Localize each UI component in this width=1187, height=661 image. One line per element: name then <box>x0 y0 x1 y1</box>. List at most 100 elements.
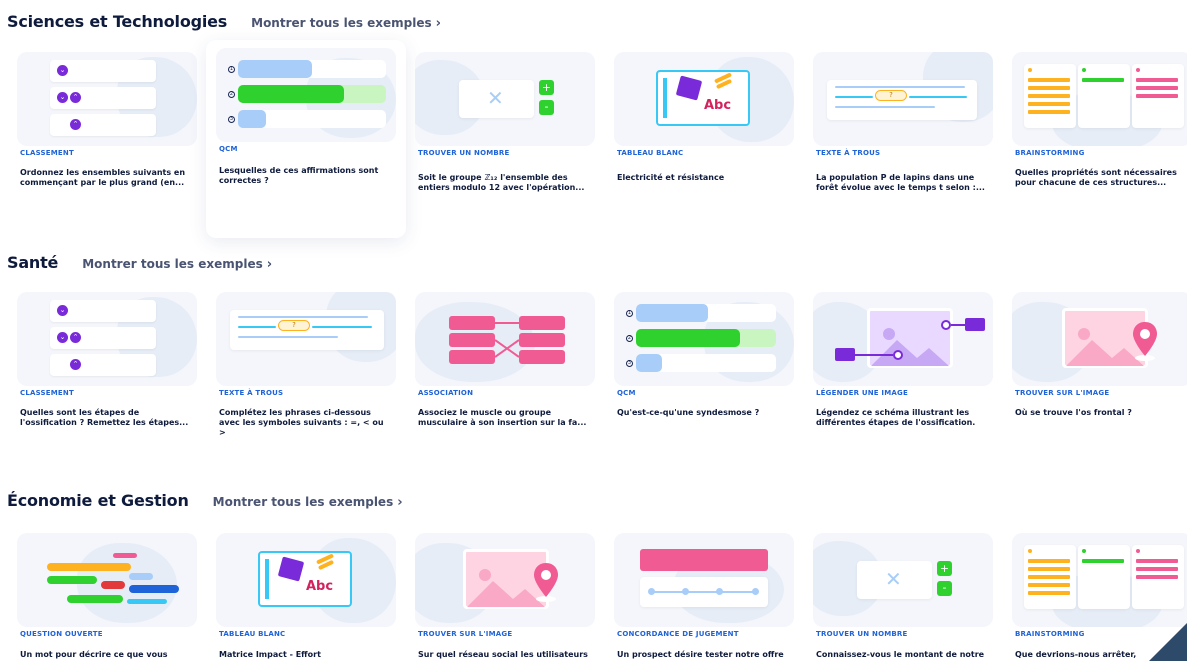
option-number-2: 2 <box>228 91 235 98</box>
example-card[interactable]: Abc TABLEAU BLANC Electricité et résista… <box>604 52 794 202</box>
card-title: Quelles propriétés sont nécessaires pour… <box>1015 168 1177 187</box>
card-type: TEXTE À TROUS <box>219 389 284 397</box>
card-thumbnail <box>17 533 197 627</box>
abc-text: Abc <box>306 579 334 594</box>
card-title: Un prospect désire tester notre offre <box>617 650 784 659</box>
example-card[interactable]: ASSOCIATION Associez le muscle ou groupe… <box>405 292 595 442</box>
option-number-1: 1 <box>626 310 633 317</box>
card-thumbnail: ⌄ ⌄ ⌃ ⌃ <box>17 52 197 146</box>
example-card[interactable]: Abc TABLEAU BLANC Matrice Impact - Effor… <box>206 533 396 661</box>
card-type: TABLEAU BLANC <box>617 149 684 157</box>
card-type: TROUVER SUR L'IMAGE <box>1015 389 1110 397</box>
label-tag <box>965 318 985 331</box>
chevron-up-icon: ⌃ <box>70 332 81 343</box>
chevron-right-icon: › <box>397 495 403 510</box>
label-tag <box>835 348 855 361</box>
card-type: QUESTION OUVERTE <box>20 630 103 638</box>
blank-placeholder: ? <box>278 320 310 331</box>
show-all-examples-link[interactable]: Montrer tous les exemples › <box>251 16 441 31</box>
x-icon: ✕ <box>885 567 902 591</box>
plus-icon: + <box>539 80 554 95</box>
example-card[interactable]: CONCORDANCE DE JUGEMENT Un prospect dési… <box>604 533 794 661</box>
card-thumbnail: Abc <box>216 533 396 627</box>
example-card[interactable]: LÉGENDER UNE IMAGE Légendez ce schéma il… <box>803 292 993 442</box>
card-title: Soit le groupe ℤ₁₂ l'ensemble des entier… <box>418 173 585 192</box>
section-header: Économie et Gestion Montrer tous les exe… <box>7 491 403 510</box>
card-title: Lesquelles de ces affirmations sont corr… <box>219 166 379 185</box>
card-title: Légendez ce schéma illustrant les différ… <box>816 408 976 427</box>
blank-placeholder: ? <box>875 90 907 101</box>
card-thumbnail: 1 2 3 <box>216 48 396 142</box>
card-type: QCM <box>219 145 238 153</box>
plus-icon: + <box>937 561 952 576</box>
option-number-3: 3 <box>228 116 235 123</box>
card-thumbnail <box>1012 292 1187 386</box>
card-thumbnail <box>415 292 595 386</box>
card-type: CONCORDANCE DE JUGEMENT <box>617 630 739 638</box>
section-title: Santé <box>7 253 59 272</box>
card-title: Ordonnez les ensembles suivants en comme… <box>20 168 186 187</box>
chevron-up-icon: ⌃ <box>70 119 81 130</box>
x-icon: ✕ <box>487 86 504 110</box>
card-thumbnail <box>614 533 794 627</box>
card-type: TEXTE À TROUS <box>816 149 881 157</box>
association-lines <box>495 322 519 358</box>
corner-decoration <box>1149 623 1187 661</box>
location-pin-icon <box>1133 322 1157 361</box>
example-card[interactable]: ? TEXTE À TROUS Complétez les phrases ci… <box>206 292 396 442</box>
card-thumbnail <box>1012 52 1187 146</box>
minus-icon: - <box>539 100 554 115</box>
card-title: Complétez les phrases ci-dessous avec le… <box>219 408 384 437</box>
example-card[interactable]: ✕ + - TROUVER UN NOMBRE Connaissez-vous … <box>803 533 993 661</box>
card-thumbnail: ? <box>216 292 396 386</box>
chevron-down-icon: ⌄ <box>57 305 68 316</box>
card-title: Associez le muscle ou groupe musculaire … <box>418 408 587 427</box>
example-card[interactable]: TROUVER SUR L'IMAGE Sur quel réseau soci… <box>405 533 595 661</box>
example-card[interactable]: TROUVER SUR L'IMAGE Où se trouve l'os fr… <box>1002 292 1187 442</box>
card-type: QCM <box>617 389 636 397</box>
card-type: TROUVER UN NOMBRE <box>418 149 510 157</box>
example-card[interactable]: ? TEXTE À TROUS La population P de lapin… <box>803 52 993 202</box>
card-thumbnail: Abc <box>614 52 794 146</box>
card-thumbnail <box>415 533 595 627</box>
card-title: Matrice Impact - Effort <box>219 650 321 659</box>
card-type: TROUVER UN NOMBRE <box>816 630 908 638</box>
card-thumbnail: ? <box>813 52 993 146</box>
card-title: Où se trouve l'os frontal ? <box>1015 408 1132 417</box>
example-card-hovered[interactable]: 1 2 3 QCM Lesquelles de ces affirmations… <box>206 40 406 238</box>
card-type: BRAINSTORMING <box>1015 149 1085 157</box>
chevron-right-icon: › <box>435 16 442 31</box>
show-all-examples-link[interactable]: Montrer tous les exemples › <box>82 257 272 272</box>
card-thumbnail: ✕ + - <box>415 52 595 146</box>
card-title: Quelles sont les étapes de l'ossificatio… <box>20 408 189 427</box>
card-thumbnail: 1 2 3 <box>614 292 794 386</box>
example-card[interactable]: ⌄ ⌄ ⌃ ⌃ CLASSEMENT Ordonnez les ensembles… <box>7 52 197 202</box>
card-title: Qu'est-ce-qu'une syndesmose ? <box>617 408 760 417</box>
chevron-up-icon: ⌃ <box>70 92 81 103</box>
card-type: CLASSEMENT <box>20 389 74 397</box>
card-type: TROUVER SUR L'IMAGE <box>418 630 513 638</box>
option-number-3: 3 <box>626 360 633 367</box>
card-type: BRAINSTORMING <box>1015 630 1085 638</box>
card-title: Connaissez-vous le montant de notre <box>816 650 985 659</box>
option-number-1: 1 <box>228 66 235 73</box>
example-card[interactable]: BRAINSTORMING Quelles propriétés sont né… <box>1002 52 1187 202</box>
abc-text: Abc <box>704 98 732 113</box>
chevron-down-icon: ⌄ <box>57 332 68 343</box>
image-placeholder-icon <box>871 328 949 366</box>
section-title: Sciences et Technologies <box>7 12 228 31</box>
example-card[interactable]: 1 2 3 QCM Qu'est-ce-qu'une syndesmose ? <box>604 292 794 442</box>
section-title: Économie et Gestion <box>7 491 189 510</box>
example-card[interactable]: QUESTION OUVERTE Un mot pour décrire ce … <box>7 533 197 661</box>
card-title: La population P de lapins dans une forêt… <box>816 173 985 192</box>
example-card[interactable]: ⌄ ⌄ ⌃ ⌃ CLASSEMENT Quelles sont les étape… <box>7 292 197 442</box>
chevron-right-icon: › <box>266 257 273 272</box>
card-type: CLASSEMENT <box>20 149 74 157</box>
chevron-down-icon: ⌄ <box>57 92 68 103</box>
example-card[interactable]: ✕ + - TROUVER UN NOMBRE Soit le groupe ℤ… <box>405 52 595 202</box>
card-type: LÉGENDER UNE IMAGE <box>816 389 908 397</box>
card-title: Electricité et résistance <box>617 173 725 182</box>
section-header: Sciences et Technologies Montrer tous le… <box>7 12 441 31</box>
card-title: Sur quel réseau social les utilisateurs <box>418 650 588 659</box>
show-all-examples-link[interactable]: Montrer tous les exemples › <box>213 495 403 510</box>
